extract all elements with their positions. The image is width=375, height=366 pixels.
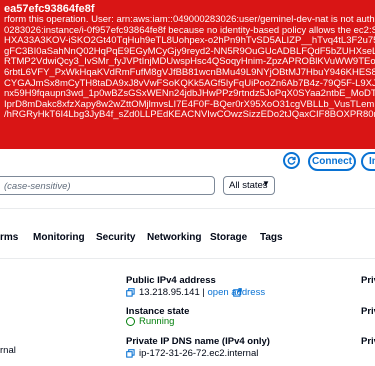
- error-line: rform this operation. User: arn:aws:iam:…: [4, 15, 375, 25]
- chevron-down-icon: ▼: [262, 179, 270, 188]
- private-dns-value: ip-172-31-26-72.ec2.internal: [139, 348, 259, 359]
- copy-icon[interactable]: [126, 288, 135, 297]
- error-message: rform this operation. User: arn:aws:iam:…: [4, 15, 375, 121]
- connect-button[interactable]: Connect: [308, 152, 356, 171]
- private-dns-label: Private IP DNS name (IPv4 only): [126, 336, 270, 347]
- divider: [0, 258, 375, 259]
- instance-state-value: Running: [139, 316, 175, 327]
- public-ip-label: Public IPv4 address: [126, 275, 216, 286]
- public-ip-value: 13.218.95.141 | open address: [139, 287, 265, 298]
- tab-tags[interactable]: Tags: [260, 232, 283, 243]
- error-title: ea57efc93864fe8f: [4, 3, 95, 15]
- left-column-value: rnal: [0, 345, 16, 356]
- right-column-label: Priva: [361, 275, 375, 286]
- instance-state-button[interactable]: In: [361, 152, 375, 171]
- tab-details[interactable]: rms: [0, 232, 18, 243]
- tab-monitoring[interactable]: Monitoring: [33, 232, 85, 243]
- error-banner: ea57efc93864fe8f rform this operation. U…: [0, 0, 375, 149]
- error-line: /hRGRyHkT6I4Lbg3JyB4f_sZd0LLPEdKEACNVIwC…: [4, 109, 375, 121]
- right-column-label: Priva: [361, 306, 375, 317]
- states-filter-select[interactable]: All states ▼: [223, 176, 275, 195]
- external-link-icon[interactable]: [233, 288, 242, 297]
- error-line: 6rbtL6VFY_PxWkHqaKVdRmFufM8gVJfBB81wcnBM…: [4, 66, 375, 78]
- public-ip-address: 13.218.95.141: [139, 287, 200, 298]
- status-running-icon: [126, 317, 135, 326]
- tab-networking[interactable]: Networking: [147, 232, 201, 243]
- separator: |: [202, 287, 205, 298]
- right-column-label: Priva: [361, 336, 375, 347]
- search-placeholder: (case-sensitive): [4, 181, 71, 192]
- copy-icon[interactable]: [126, 349, 135, 358]
- refresh-icon: [287, 156, 296, 165]
- divider: [0, 208, 375, 209]
- refresh-button[interactable]: [283, 152, 300, 169]
- tab-security[interactable]: Security: [96, 232, 135, 243]
- tab-storage[interactable]: Storage: [210, 232, 247, 243]
